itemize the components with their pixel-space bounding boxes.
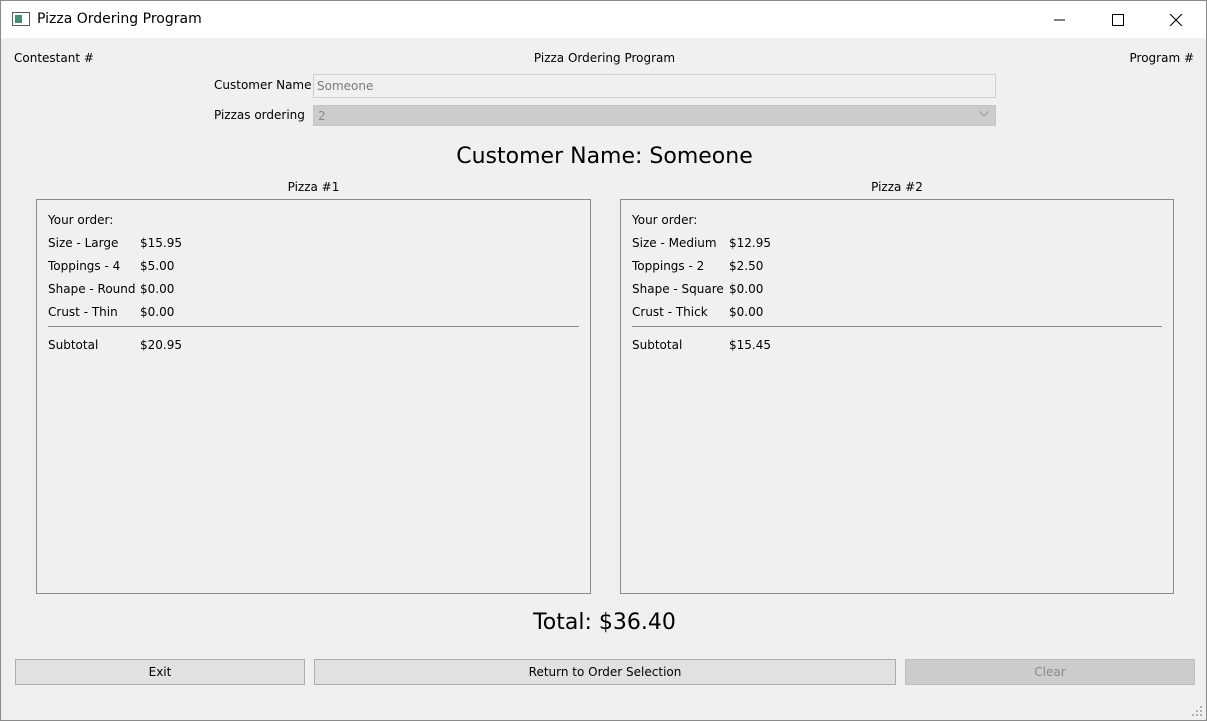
order-total: Total: $36.40	[533, 610, 676, 635]
customer-name-heading: Customer Name: Someone	[456, 144, 753, 169]
maximize-icon	[1112, 14, 1124, 26]
close-icon	[1170, 14, 1182, 26]
clear-button[interactable]: Clear	[905, 659, 1195, 685]
subtotal-divider	[48, 326, 579, 327]
pizza-1-panel: Your order: Size - Large $15.95 Toppings …	[36, 199, 591, 594]
app-icon	[12, 12, 30, 26]
close-button[interactable]	[1147, 1, 1205, 38]
subtotal-divider	[632, 326, 1162, 327]
program-title: Pizza Ordering Program	[533, 51, 676, 65]
minimize-button[interactable]	[1031, 1, 1089, 38]
customer-name-label: Customer Name	[214, 78, 312, 92]
maximize-button[interactable]	[1089, 1, 1147, 38]
pizzas-ordering-label: Pizzas ordering	[214, 108, 305, 122]
exit-button[interactable]: Exit	[15, 659, 305, 685]
pizzas-ordering-value: 2	[318, 109, 326, 123]
pizzas-ordering-select[interactable]: 2	[313, 105, 996, 126]
customer-name-input[interactable]	[313, 74, 996, 98]
pizza-2-title: Pizza #2	[871, 180, 923, 194]
return-to-order-selection-button[interactable]: Return to Order Selection	[314, 659, 896, 685]
window-title: Pizza Ordering Program	[37, 11, 202, 27]
minimize-icon	[1054, 19, 1065, 21]
title-bar: Pizza Ordering Program	[1, 1, 1206, 38]
pizza-2-panel: Your order: Size - Medium $12.95 Toppings…	[620, 199, 1174, 594]
resize-grip-icon[interactable]	[1192, 706, 1202, 716]
pizza-1-title: Pizza #1	[287, 180, 340, 194]
app-window: Pizza Ordering Program Contestant # Pizz…	[0, 0, 1207, 721]
program-number-label: Program #	[1129, 51, 1195, 65]
chevron-down-icon	[979, 111, 989, 117]
